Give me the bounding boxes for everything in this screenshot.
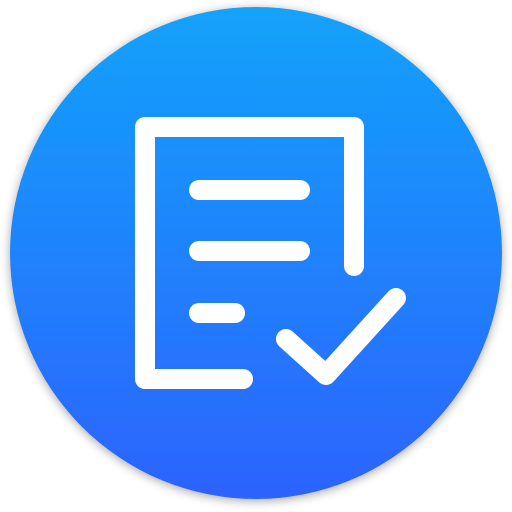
document-check-icon — [10, 7, 502, 499]
app-icon — [0, 0, 512, 512]
